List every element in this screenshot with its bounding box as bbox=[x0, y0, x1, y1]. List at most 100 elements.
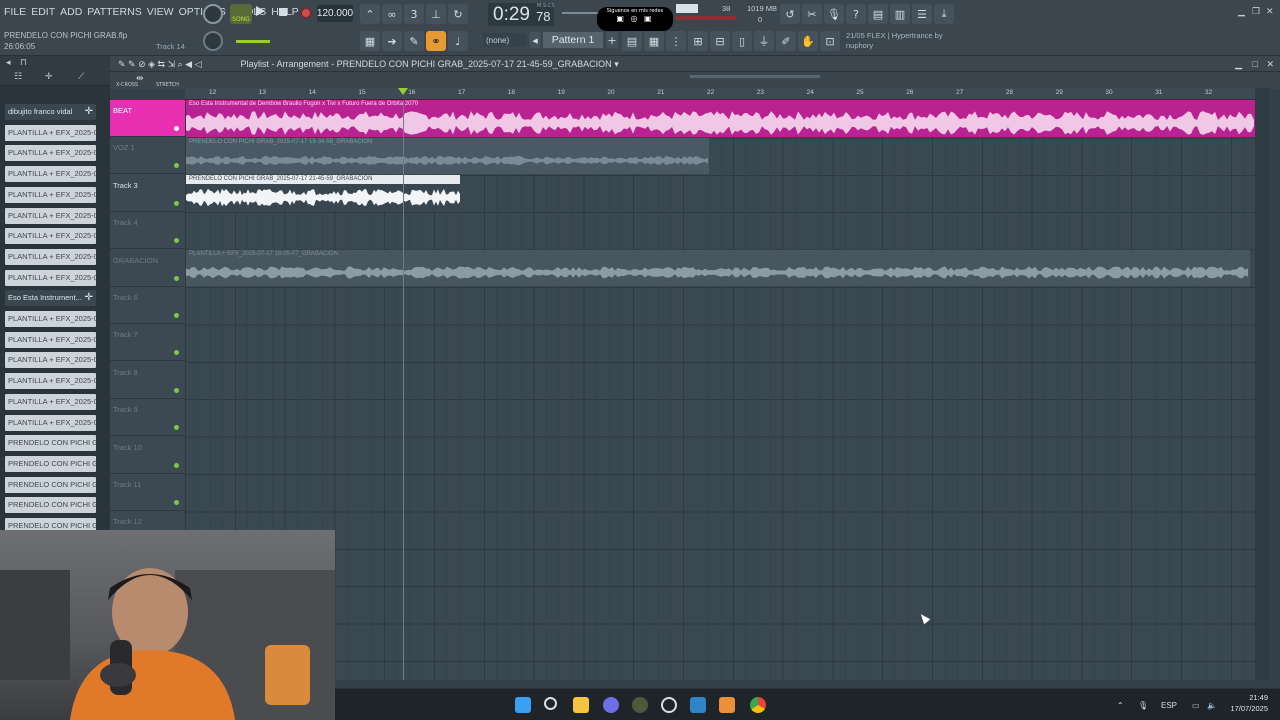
piano-roll-icon[interactable]: ▤ bbox=[622, 31, 642, 51]
file-explorer-icon[interactable] bbox=[573, 697, 589, 713]
horizontal-scrollbar[interactable] bbox=[690, 75, 820, 78]
track-header[interactable]: Track 6 bbox=[110, 287, 185, 324]
hand-icon[interactable]: ✋ bbox=[798, 31, 818, 51]
shop-icon[interactable]: ⊡ bbox=[820, 31, 840, 51]
pattern-selector[interactable]: Pattern 1 bbox=[543, 32, 603, 48]
track-mute-led[interactable] bbox=[174, 500, 179, 505]
wait-for-input-icon[interactable]: ∞ bbox=[382, 4, 402, 24]
arrangement-name[interactable]: PRENDELO CON PICHI GRAB_2025-07-17 21-45… bbox=[337, 59, 612, 69]
restore-icon[interactable]: ❐ bbox=[1252, 7, 1260, 17]
browser-item[interactable]: PRENDELO CON PICHI GRA... bbox=[5, 497, 96, 514]
expand-icon[interactable]: ✛ bbox=[85, 104, 93, 120]
clip-voz1[interactable]: PRENDELO CON PICHI GRAB_2025-07-17 19-34… bbox=[186, 138, 709, 174]
browser-item[interactable]: PLANTILLA + EFX_2025-0... bbox=[5, 331, 96, 348]
volume-icon[interactable]: 🔈 bbox=[1207, 701, 1217, 710]
crossfade-label[interactable]: X-CROSS bbox=[116, 82, 138, 88]
menu-file[interactable]: FILE bbox=[4, 6, 26, 18]
browser-item[interactable]: PLANTILLA + EFX_2025-0... bbox=[5, 352, 96, 369]
windows-start-icon[interactable] bbox=[515, 697, 531, 713]
browser-view-icon[interactable]: ⊟ bbox=[710, 31, 730, 51]
master-volume-slider[interactable] bbox=[236, 40, 270, 43]
track-mute-led[interactable] bbox=[174, 425, 179, 431]
track-mute-led[interactable] bbox=[174, 238, 179, 244]
browser-item[interactable]: PLANTILLA + EFX_2025-0... bbox=[5, 373, 96, 390]
channel-rack-icon[interactable]: ▦ bbox=[644, 31, 664, 51]
browser-item[interactable]: dibujito franco vidal ✛ bbox=[5, 104, 96, 120]
chrome-icon[interactable] bbox=[750, 697, 766, 713]
network-icon[interactable]: ▭ bbox=[1192, 701, 1200, 710]
record-button[interactable] bbox=[300, 7, 312, 19]
stop-button[interactable] bbox=[279, 8, 287, 16]
pattern-prev-icon[interactable]: ◂ bbox=[529, 32, 541, 48]
track-mute-led[interactable] bbox=[174, 313, 179, 318]
timeline-ruler[interactable]: 12 13 14 15 16 17 18 19 20 21 22 23 24 25 26 27 28 29 30 31… bbox=[185, 88, 1255, 100]
track-header[interactable]: Track 4 bbox=[110, 212, 185, 250]
browser-item[interactable]: PLANTILLA + EFX_2025-0... bbox=[5, 124, 96, 141]
undo-icon[interactable]: ↺ bbox=[780, 4, 800, 24]
add-pattern-icon[interactable]: + bbox=[606, 32, 618, 48]
tray-chevron-icon[interactable]: ⌃ bbox=[1117, 701, 1124, 710]
track-header[interactable]: Track 9 bbox=[110, 399, 185, 437]
notes-icon[interactable] bbox=[690, 697, 706, 713]
tempo-display[interactable]: 120.000 bbox=[317, 5, 353, 22]
microphone-icon[interactable]: 🎙 bbox=[824, 4, 844, 24]
brush-icon[interactable]: ✐ bbox=[776, 31, 796, 51]
help-icon[interactable]: ? bbox=[846, 4, 866, 24]
menu-add[interactable]: ADD bbox=[60, 6, 82, 18]
cut-icon[interactable]: ✂ bbox=[802, 4, 822, 24]
expand-icon[interactable]: ✛ bbox=[45, 72, 53, 82]
browser-item[interactable]: PRENDELO CON PICHI GRA... bbox=[5, 455, 96, 472]
search-icon[interactable] bbox=[544, 697, 557, 710]
close-icon[interactable]: ✕ bbox=[1266, 7, 1274, 17]
mixer-view-icon[interactable]: ⋮ bbox=[666, 31, 686, 51]
mixer-icon[interactable]: ▥ bbox=[890, 4, 910, 24]
tree-icon[interactable]: ☷ bbox=[14, 72, 22, 82]
browser-item[interactable]: PLANTILLA + EFX_2025-07... bbox=[5, 414, 96, 431]
track-header[interactable]: GRABACION bbox=[110, 250, 185, 287]
playlist-maximize-icon[interactable]: □ bbox=[1253, 56, 1258, 72]
playlist-minimize-icon[interactable]: ▁ bbox=[1235, 56, 1242, 72]
track-header[interactable]: Track 3 bbox=[110, 175, 185, 212]
track-mute-led[interactable] bbox=[174, 387, 179, 393]
menu-view[interactable]: VIEW bbox=[147, 6, 174, 18]
track-mute-led[interactable] bbox=[174, 163, 179, 169]
track-header[interactable]: VOZ 1 bbox=[110, 137, 185, 175]
browser-item[interactable]: PLANTILLA + EFX_2025-0... bbox=[5, 248, 96, 265]
plug-icon[interactable]: ⏚ bbox=[754, 31, 774, 51]
song-mode-toggle[interactable]: SONG bbox=[230, 4, 252, 24]
track-header[interactable]: Track 10 bbox=[110, 437, 185, 474]
clip-beat[interactable]: Eso Esta Instrumental de Dembow Braulio … bbox=[186, 100, 1255, 137]
metronome-icon[interactable]: ⌃ bbox=[360, 4, 380, 24]
playhead-marker[interactable] bbox=[398, 88, 408, 95]
main-volume-bar[interactable] bbox=[562, 12, 602, 14]
expand-icon[interactable]: ✛ bbox=[85, 290, 93, 306]
arrow-icon[interactable]: ➜ bbox=[382, 31, 402, 51]
browser-item[interactable]: PLANTILLA + EFX_2025-0... bbox=[5, 269, 96, 286]
countdown-icon[interactable]: 3 bbox=[404, 4, 424, 24]
search-icon[interactable]: ⟋ bbox=[78, 72, 84, 82]
browser-menu-icon[interactable]: ◂ bbox=[6, 58, 11, 68]
master-volume-knob[interactable] bbox=[203, 4, 223, 24]
save-icon[interactable]: ▤ bbox=[868, 4, 888, 24]
track-header[interactable]: Track 8 bbox=[110, 362, 185, 399]
magnet-icon[interactable]: ⊓ bbox=[20, 58, 27, 68]
taskbar-clock[interactable]: 21:49 17/07/2025 bbox=[1226, 692, 1268, 714]
browser-item[interactable]: PLANTILLA + EFX_2025-0... bbox=[5, 207, 96, 224]
download-icon[interactable]: ⤓ bbox=[934, 4, 954, 24]
fl-studio-icon[interactable] bbox=[719, 697, 735, 713]
track-header[interactable]: Track 11 bbox=[110, 474, 185, 511]
track-mute-led[interactable] bbox=[174, 200, 179, 206]
browser-item[interactable]: PLANTILLA + EFX_2025-0... bbox=[5, 393, 96, 410]
clip-track3[interactable]: PRENDELO CON PICHI GRAB_2025-07-17 21-45… bbox=[186, 175, 460, 211]
file-icon[interactable]: ▯ bbox=[732, 31, 752, 51]
track-mute-led[interactable] bbox=[174, 126, 179, 131]
menu-edit[interactable]: EDIT bbox=[31, 6, 55, 18]
step-edit-icon[interactable]: ⊥ bbox=[426, 4, 446, 24]
stamp-icon[interactable]: ♩ bbox=[448, 31, 468, 51]
playlist-icon[interactable]: ▦ bbox=[360, 31, 380, 51]
stretch-label[interactable]: STRETCH bbox=[156, 82, 179, 88]
snap-select[interactable]: (none) bbox=[483, 33, 527, 47]
chevron-down-icon[interactable]: ▾ bbox=[614, 59, 619, 69]
track-header[interactable]: BEAT bbox=[110, 100, 185, 137]
app-icon[interactable] bbox=[632, 697, 648, 713]
